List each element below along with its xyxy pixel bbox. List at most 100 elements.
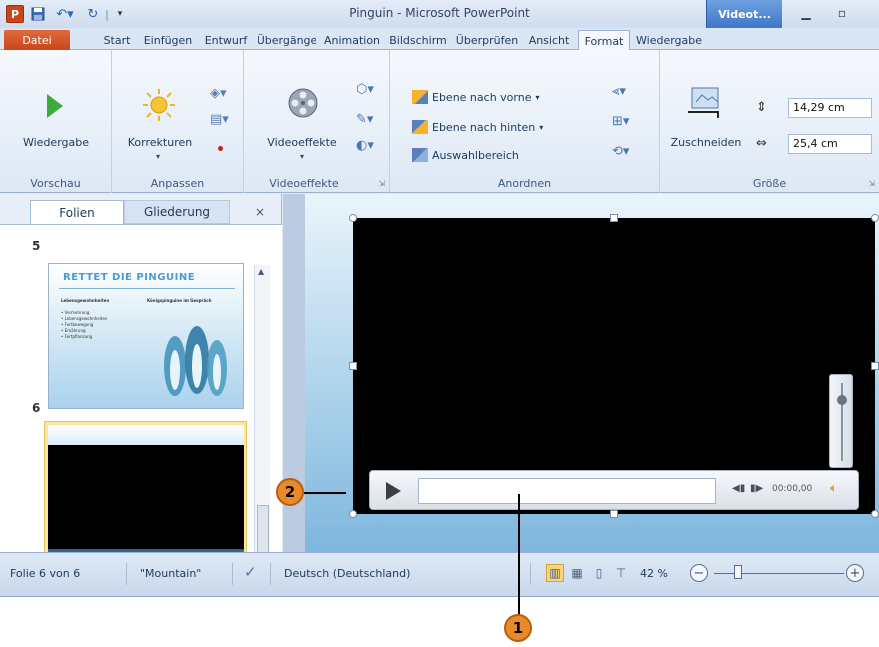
send-backward-label: Ebene nach hinten bbox=[432, 120, 536, 134]
penguin-image bbox=[164, 326, 227, 396]
slide-editing-area: ◀▮ ▮▶ 00:00,00 🔈︎ bbox=[283, 194, 879, 552]
selection-pane-button[interactable]: Auswahlbereich bbox=[412, 148, 519, 162]
pane-scrollbar[interactable]: ▲ ▼ bbox=[254, 265, 270, 583]
language[interactable]: Deutsch (Deutschland) bbox=[284, 567, 410, 580]
thumbnail-bullet: Ernährung bbox=[64, 328, 86, 333]
thumbnail-top-band bbox=[48, 425, 244, 445]
width-field[interactable]: 25,4 cm bbox=[788, 134, 872, 154]
tab-slideshow[interactable]: Bildschirm bbox=[386, 30, 450, 50]
tab-outline[interactable]: Gliederung bbox=[124, 200, 230, 224]
corrections-dropdown-icon[interactable]: ▾ bbox=[156, 152, 160, 161]
volume-slider[interactable] bbox=[829, 374, 853, 468]
send-backward-icon bbox=[412, 120, 428, 134]
speaker-icon[interactable]: 🔈︎ bbox=[830, 481, 838, 496]
tab-start[interactable]: Start bbox=[100, 30, 134, 50]
thumbnail-column-1: Lebensgewohnheiten bbox=[61, 298, 110, 303]
resize-handle[interactable] bbox=[349, 214, 357, 222]
tab-playback[interactable]: Wiedergabe bbox=[636, 30, 702, 50]
size-dialog-launcher-icon[interactable]: ⇲ bbox=[868, 179, 875, 188]
video-effects-small-icon[interactable]: ◐▾ bbox=[356, 138, 374, 153]
status-separator bbox=[530, 563, 531, 585]
play-button[interactable]: Wiedergabe bbox=[0, 136, 112, 149]
resize-handle[interactable] bbox=[871, 510, 879, 518]
sun-icon bbox=[143, 89, 175, 121]
tab-design[interactable]: Entwurf bbox=[200, 30, 252, 50]
play-icon[interactable] bbox=[386, 482, 401, 500]
thumbnail-bullet: Lebensgewohnheiten bbox=[64, 316, 108, 321]
poster-frame-icon[interactable]: ▤▾ bbox=[210, 112, 229, 127]
bring-forward-button[interactable]: Ebene nach vorne ▾ bbox=[412, 90, 540, 104]
slide-number: 6 bbox=[32, 401, 41, 415]
tab-insert[interactable]: Einfügen bbox=[142, 30, 194, 50]
thumbnail-bullet: Fortpflanzung bbox=[64, 334, 93, 339]
thumbnail-bullets: • Vermehrung • Lebensgewohnheiten • Fort… bbox=[61, 310, 108, 339]
tab-slides[interactable]: Folien bbox=[30, 200, 124, 224]
callout-2: 2 bbox=[276, 478, 304, 506]
tab-animations[interactable]: Animation bbox=[322, 30, 382, 50]
resize-handle[interactable] bbox=[349, 362, 357, 370]
callout-1: 1 bbox=[504, 614, 532, 642]
title-bar: P ↶▾ ↻ | ▾ Pinguin - Microsoft PowerPoin… bbox=[0, 0, 879, 28]
tab-transitions[interactable]: Übergänge bbox=[258, 30, 316, 50]
video-timeline[interactable] bbox=[418, 478, 716, 504]
slide-sorter-icon[interactable]: ▦ bbox=[568, 564, 586, 582]
thumbnail-title-rule bbox=[59, 288, 235, 289]
zoom-out-icon[interactable]: − bbox=[690, 564, 708, 582]
group-label-size: Größe bbox=[752, 177, 787, 190]
slide-number: 5 bbox=[32, 239, 41, 253]
video-control-bar: ◀▮ ▮▶ 00:00,00 🔈︎ bbox=[369, 470, 859, 510]
selection-pane-icon bbox=[412, 148, 428, 162]
thumbnail-bullet: Vermehrung bbox=[64, 310, 90, 315]
volume-thumb[interactable] bbox=[837, 395, 847, 405]
group-size: Zuschneiden ⇕ 14,29 cm ⇔ 25,4 cm Größe ⇲ bbox=[660, 50, 879, 193]
crop-button[interactable]: Zuschneiden bbox=[666, 136, 746, 149]
tab-review[interactable]: Überprüfen bbox=[454, 30, 520, 50]
maximize-button[interactable]: ▫ bbox=[828, 4, 856, 22]
resize-handle[interactable] bbox=[610, 510, 618, 518]
group-objects-icon[interactable]: ⊞▾ bbox=[612, 114, 629, 129]
video-effects-dropdown-icon[interactable]: ▾ bbox=[300, 152, 304, 161]
reset-design-icon[interactable] bbox=[218, 146, 223, 151]
group-label-preview: Vorschau bbox=[30, 177, 81, 190]
zoom-level[interactable]: 42 % bbox=[640, 567, 668, 580]
height-field[interactable]: 14,29 cm bbox=[788, 98, 872, 118]
close-icon[interactable]: × bbox=[250, 200, 270, 224]
resize-handle[interactable] bbox=[871, 214, 879, 222]
video-effects-button[interactable]: Videoeffekte bbox=[254, 136, 350, 149]
spell-check-icon[interactable]: ✓ bbox=[244, 563, 257, 581]
zoom-in-icon[interactable]: + bbox=[846, 564, 864, 582]
resize-handle[interactable] bbox=[349, 510, 357, 518]
dialog-launcher-icon[interactable]: ⇲ bbox=[378, 179, 385, 188]
selection-pane-label: Auswahlbereich bbox=[432, 148, 519, 162]
status-bar: Folie 6 von 6 "Mountain" ✓ Deutsch (Deut… bbox=[0, 552, 879, 596]
slideshow-icon[interactable]: ⊤ bbox=[612, 564, 630, 582]
zoom-thumb[interactable] bbox=[734, 565, 742, 579]
video-border-icon[interactable]: ✎▾ bbox=[356, 112, 373, 127]
minimize-button[interactable]: ▁ bbox=[792, 4, 820, 22]
width-icon: ⇔ bbox=[756, 136, 767, 151]
slide-thumbnail-5[interactable]: RETTET DIE PINGUINE Lebensgewohnheiten K… bbox=[48, 263, 244, 409]
powerpoint-window: P ↶▾ ↻ | ▾ Pinguin - Microsoft PowerPoin… bbox=[0, 0, 879, 597]
scroll-up-icon[interactable]: ▲ bbox=[258, 267, 264, 276]
reading-view-icon[interactable]: ▯ bbox=[590, 564, 608, 582]
color-icon[interactable]: ◈▾ bbox=[210, 86, 227, 101]
film-reel-icon bbox=[288, 88, 318, 118]
tab-view[interactable]: Ansicht bbox=[524, 30, 574, 50]
align-icon[interactable]: ⫷▾ bbox=[612, 84, 626, 99]
tab-file[interactable]: Datei bbox=[4, 30, 70, 50]
slide-thumbnail-6[interactable] bbox=[48, 425, 244, 569]
video-shape-icon[interactable]: ⬡▾ bbox=[356, 82, 374, 97]
play-icon bbox=[47, 94, 63, 118]
rotate-icon[interactable]: ⟲▾ bbox=[612, 144, 629, 159]
thumbnail-bullet: Fortbewegung bbox=[64, 322, 94, 327]
corrections-button[interactable]: Korrekturen bbox=[120, 136, 200, 149]
resize-handle[interactable] bbox=[871, 362, 879, 370]
send-backward-button[interactable]: Ebene nach hinten ▾ bbox=[412, 120, 543, 134]
skip-back-icon[interactable]: ◀▮ bbox=[732, 483, 745, 494]
group-label-adjust: Anpassen bbox=[150, 177, 205, 190]
normal-view-icon[interactable]: ▥ bbox=[546, 564, 564, 582]
tab-format[interactable]: Format bbox=[578, 30, 630, 51]
video-tools-contextual-tab[interactable]: Videot... bbox=[706, 0, 782, 28]
resize-handle[interactable] bbox=[610, 214, 618, 222]
skip-forward-icon[interactable]: ▮▶ bbox=[750, 483, 763, 494]
